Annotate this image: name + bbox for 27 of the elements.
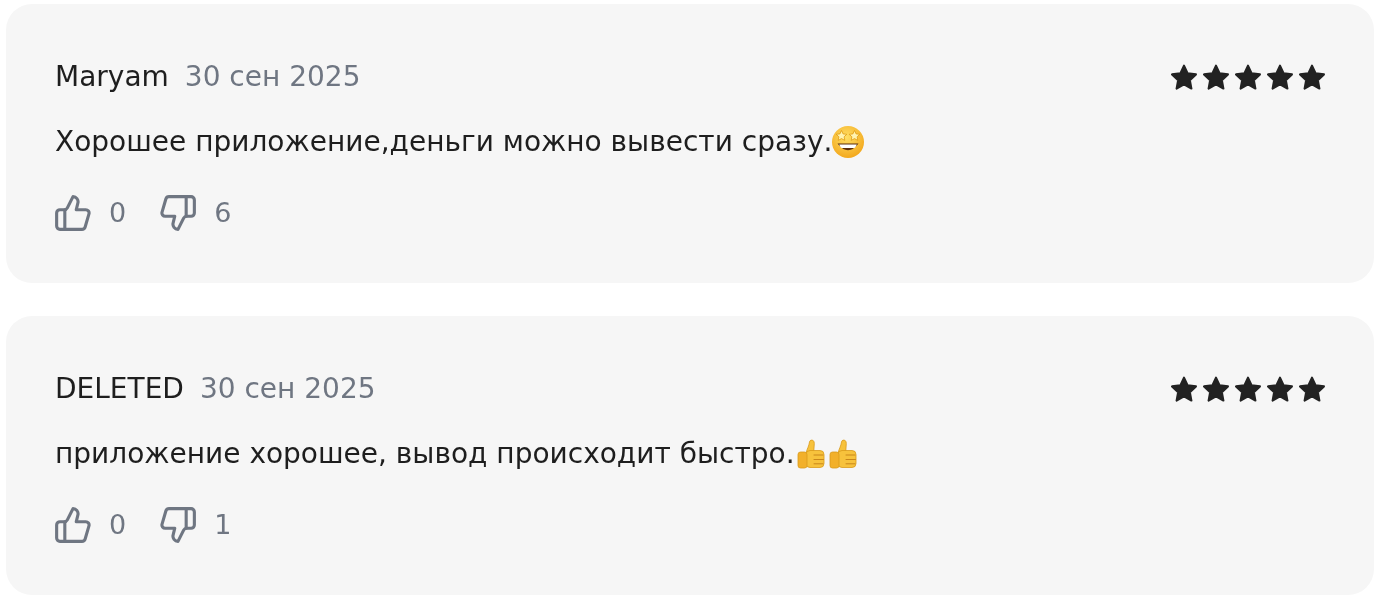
review-author: DELETED [55,372,184,406]
review-text: приложение хорошее, вывод происходит быстро. [55,437,795,471]
thumbs-down-icon [160,507,197,543]
review-date: 30 сен 2025 [199,372,376,406]
star-icon [1267,376,1293,402]
review-author: Maryam [55,60,169,94]
star-icon [1235,64,1261,90]
thumbs-up-emoji-icon [794,438,827,470]
star-eyes-emoji-icon [832,126,865,158]
star-icon [1203,376,1229,402]
thumbs-up-icon [55,507,91,543]
star-icon [1235,376,1261,402]
star-icon [1267,64,1293,90]
dislike-button[interactable]: 6 [160,195,232,231]
thumbs-down-icon [160,195,197,231]
like-button[interactable]: 0 [55,507,127,543]
thumbs-up-icon [55,195,91,231]
review-date: 30 сен 2025 [184,60,361,94]
thumbs-up-emoji-icon [826,438,859,470]
star-icon [1171,64,1197,90]
star-icon [1299,376,1325,402]
star-icon [1171,376,1197,402]
star-icon [1203,64,1229,90]
review-text: Хорошее приложение,деньги можно вывести сразу. [55,125,833,159]
star-icon [1299,64,1325,90]
like-button[interactable]: 0 [55,195,127,231]
dislike-button[interactable]: 1 [160,507,232,543]
